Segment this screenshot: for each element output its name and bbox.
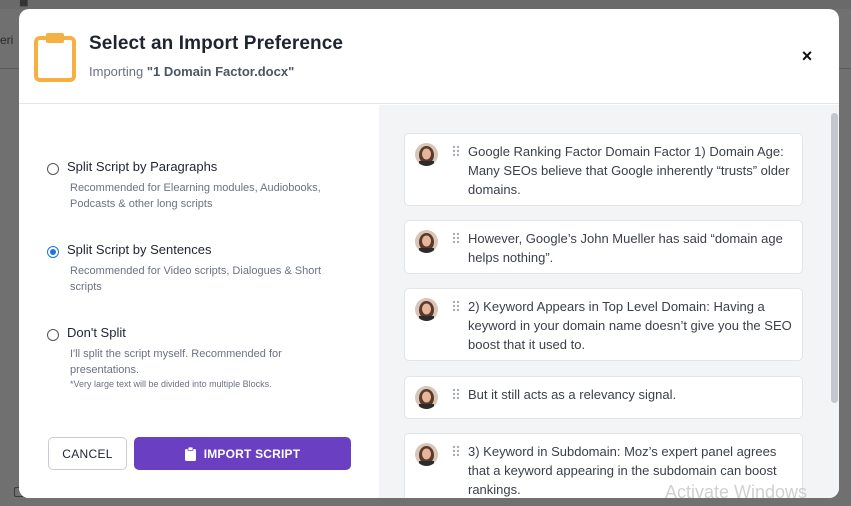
windows-activation-watermark: Activate Windows [665, 482, 808, 502]
option-note: *Very large text will be divided into mu… [70, 379, 272, 389]
script-block[interactable]: 2) Keyword Appears in Top Level Domain: … [404, 288, 803, 361]
background-glyph: ▐▌ [16, 0, 32, 6]
cancel-button[interactable]: CANCEL [48, 437, 127, 470]
radio-split-sentences[interactable] [47, 246, 59, 258]
preview-scrollbar[interactable] [831, 113, 838, 403]
background-topbar: ▐▌ [0, 0, 851, 9]
drag-handle-icon[interactable] [452, 300, 460, 312]
block-text[interactable]: 2) Keyword Appears in Top Level Domain: … [468, 297, 798, 354]
avatar [415, 230, 438, 253]
dialog-subtitle: Importing "1 Domain Factor.docx" [89, 64, 294, 79]
avatar [415, 298, 438, 321]
block-text[interactable]: However, Google’s John Mueller has said … [468, 229, 798, 267]
subtitle-prefix: Importing [89, 64, 147, 79]
option-label[interactable]: Don't Split [67, 325, 126, 340]
avatar [415, 143, 438, 166]
avatar [415, 443, 438, 466]
background-divider [0, 68, 19, 69]
script-block[interactable]: However, Google’s John Mueller has said … [404, 220, 803, 274]
dialog-title: Select an Import Preference [89, 33, 344, 54]
background-label: eri [0, 33, 14, 47]
import-filename: "1 Domain Factor.docx" [146, 64, 295, 79]
script-block[interactable]: Google Ranking Factor Domain Factor 1) D… [404, 133, 803, 206]
radio-split-paragraphs[interactable] [47, 163, 59, 175]
option-description: I'll split the script myself. Recommende… [70, 348, 282, 376]
clipboard-icon [184, 446, 196, 461]
option-label[interactable]: Split Script by Paragraphs [67, 159, 217, 174]
avatar [415, 386, 438, 409]
import-preference-dialog: Select an Import Preference Importing "1… [19, 9, 839, 498]
option-label[interactable]: Split Script by Sentences [67, 242, 212, 257]
close-button[interactable]: × [797, 46, 817, 66]
option-description: Recommended for Video scripts, Dialogues… [70, 265, 322, 293]
import-script-button[interactable]: IMPORT SCRIPT [134, 437, 351, 470]
drag-handle-icon[interactable] [452, 232, 460, 244]
clipboard-icon [34, 33, 76, 82]
block-text[interactable]: Google Ranking Factor Domain Factor 1) D… [468, 142, 798, 199]
close-icon: × [801, 46, 813, 66]
dialog-header: Select an Import Preference Importing "1… [19, 9, 839, 104]
cancel-button-label: CANCEL [62, 446, 113, 461]
background-divider-right [839, 68, 851, 69]
blocks-preview-panel: Google Ranking Factor Domain Factor 1) D… [379, 105, 839, 498]
option-description: Recommended for Elearning modules, Audio… [70, 182, 321, 210]
radio-dont-split[interactable] [47, 329, 59, 341]
script-block[interactable]: But it still acts as a relevancy signal. [404, 376, 803, 419]
drag-handle-icon[interactable] [452, 388, 460, 400]
drag-handle-icon[interactable] [452, 145, 460, 157]
drag-handle-icon[interactable] [452, 445, 460, 457]
import-button-label: IMPORT SCRIPT [203, 446, 301, 461]
block-text[interactable]: But it still acts as a relevancy signal. [468, 385, 798, 404]
